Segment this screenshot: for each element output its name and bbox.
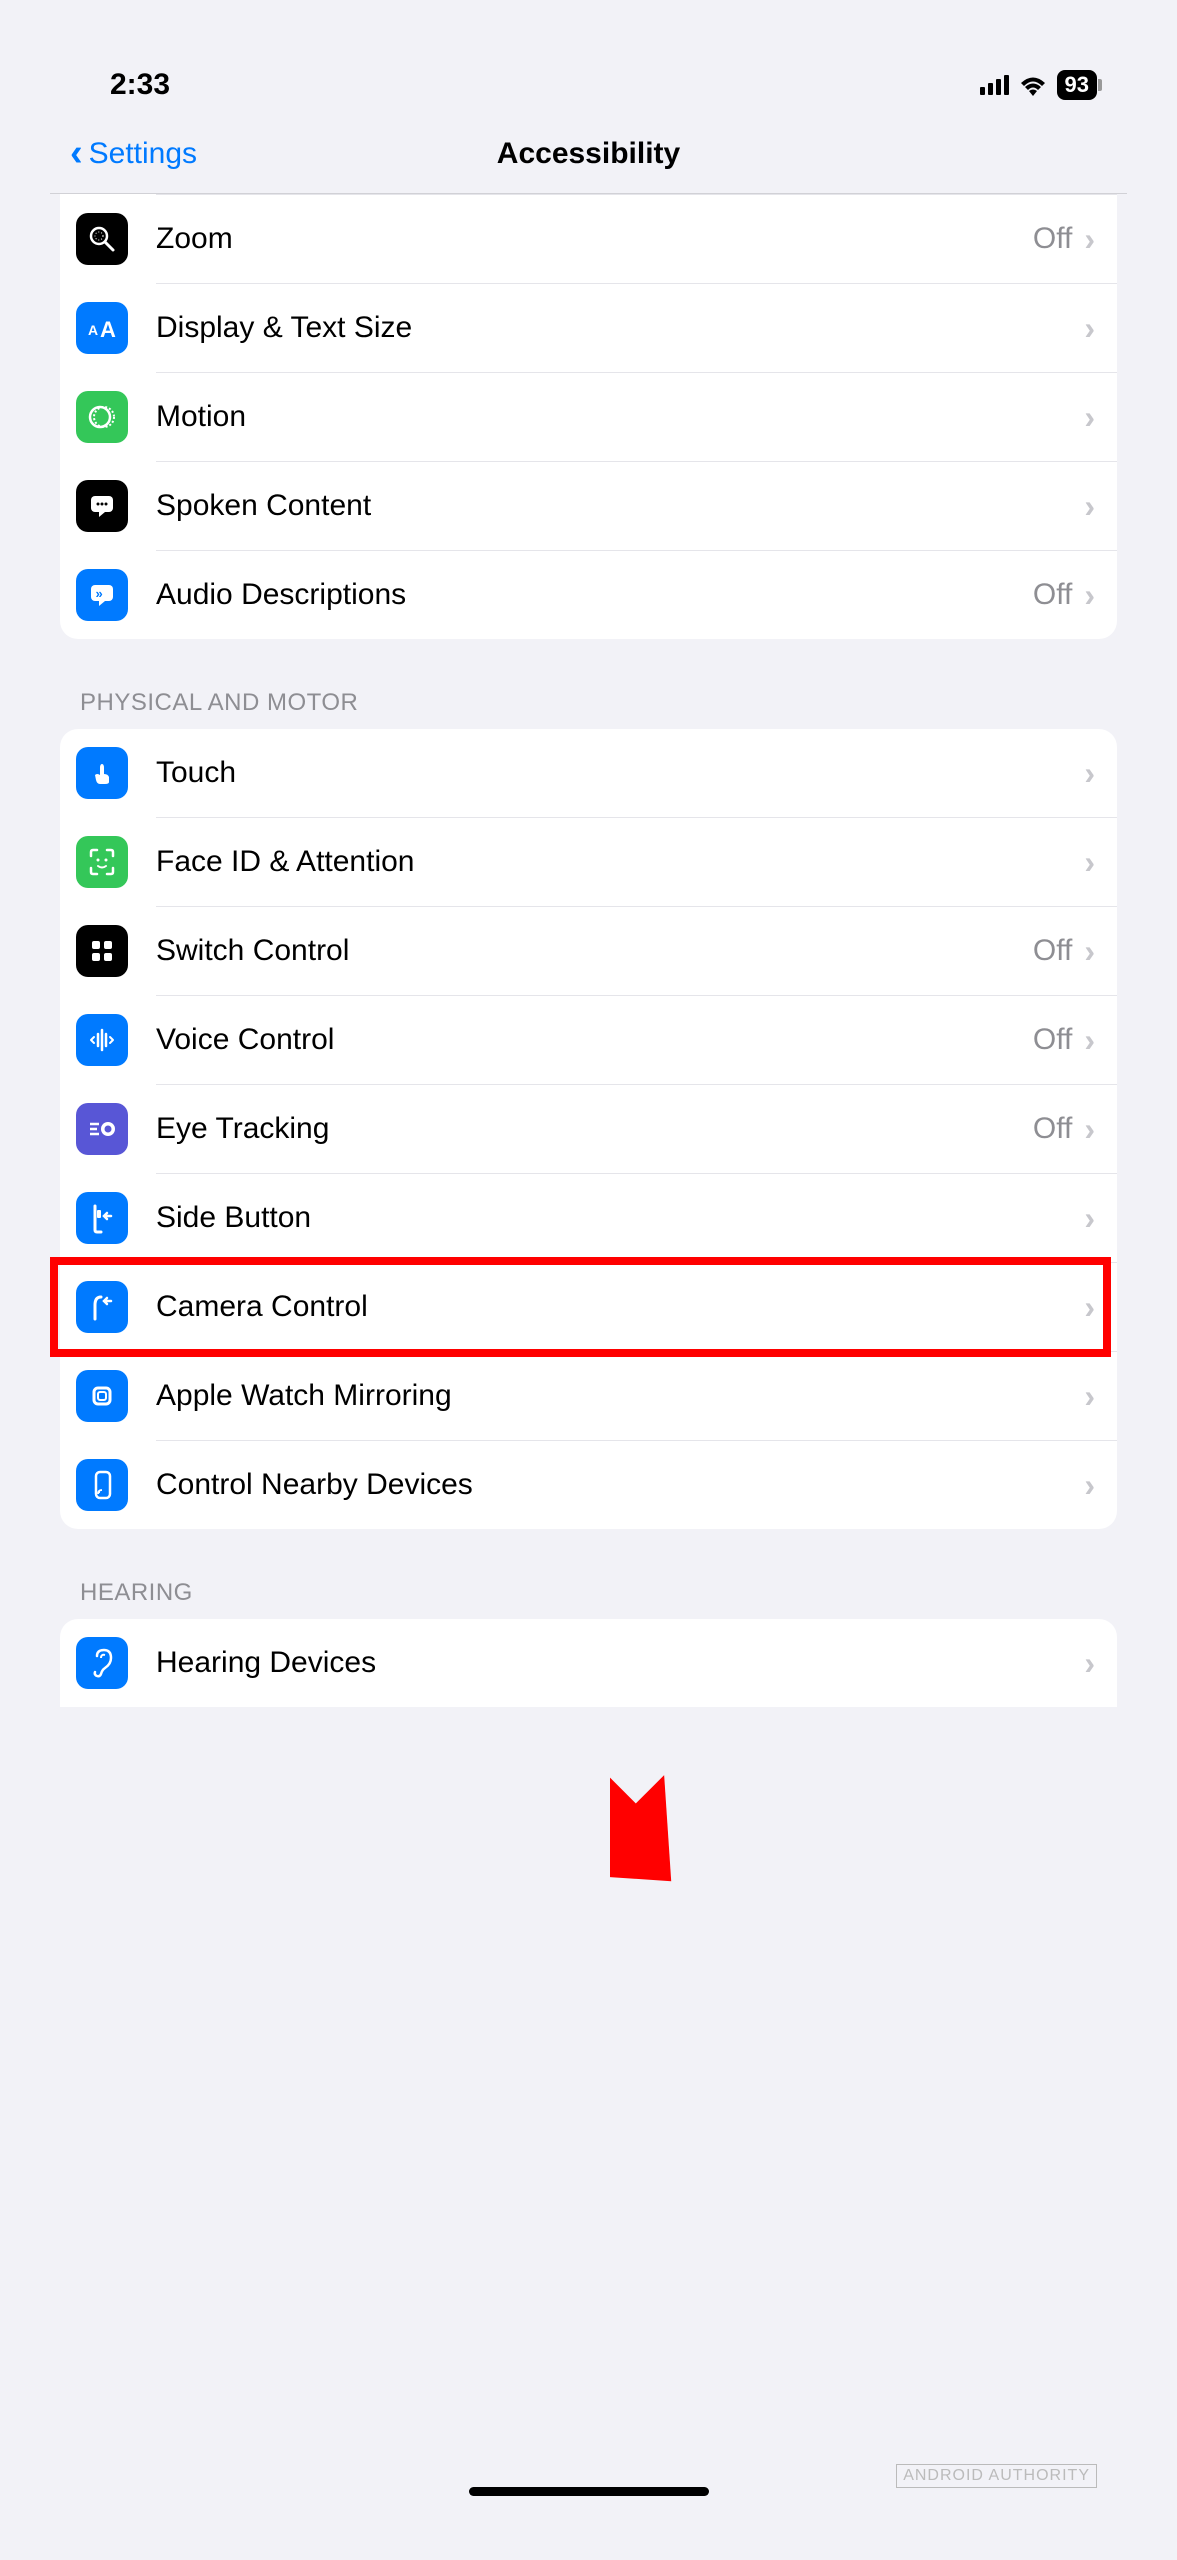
watermark: ANDROID AUTHORITY: [896, 2464, 1097, 2488]
settings-group-physical: Touch › Face ID & Attention › Switch Con…: [60, 729, 1117, 1529]
status-time: 2:33: [110, 68, 170, 102]
chevron-right-icon: ›: [1084, 399, 1095, 436]
setting-label: Apple Watch Mirroring: [156, 1379, 1084, 1413]
settings-row-zoom[interactable]: Zoom Off ›: [60, 195, 1117, 283]
settings-group-vision: Zoom Off › AA Display & Text Size › Moti…: [60, 194, 1117, 639]
settings-row-camera-control[interactable]: Camera Control ›: [60, 1263, 1117, 1351]
chevron-right-icon: ›: [1084, 1022, 1095, 1059]
svg-text:»: »: [96, 586, 103, 601]
svg-text:A: A: [88, 322, 98, 338]
setting-value: Off: [1033, 934, 1072, 968]
setting-label: Face ID & Attention: [156, 845, 1084, 879]
annotation-arrow: [610, 1700, 860, 1900]
settings-row-switch-control[interactable]: Switch Control Off ›: [60, 907, 1117, 995]
settings-row-voice-control[interactable]: Voice Control Off ›: [60, 996, 1117, 1084]
camera-control-icon: [76, 1281, 128, 1333]
svg-text:A: A: [100, 317, 116, 342]
setting-label: Spoken Content: [156, 489, 1084, 523]
watch-icon: [76, 1370, 128, 1422]
phone-screen: 2:33 93 ‹ Settings Accessibility Zoom Of…: [50, 50, 1127, 2510]
chevron-right-icon: ›: [1084, 1467, 1095, 1504]
faceid-icon: [76, 836, 128, 888]
status-bar: 2:33 93: [50, 50, 1127, 112]
home-indicator[interactable]: [469, 2487, 709, 2496]
eye-icon: [76, 1103, 128, 1155]
setting-label: Eye Tracking: [156, 1112, 1033, 1146]
battery-indicator: 93: [1057, 70, 1097, 100]
switch-icon: [76, 925, 128, 977]
settings-row-audio-descriptions[interactable]: » Audio Descriptions Off ›: [60, 551, 1117, 639]
chevron-right-icon: ›: [1084, 1645, 1095, 1682]
cellular-signal-icon: [980, 75, 1009, 95]
wifi-icon: [1019, 74, 1047, 96]
chevron-left-icon: ‹: [70, 132, 83, 175]
touch-icon: [76, 747, 128, 799]
settings-group-hearing: Hearing Devices ›: [60, 1619, 1117, 1707]
chevron-right-icon: ›: [1084, 755, 1095, 792]
chevron-right-icon: ›: [1084, 577, 1095, 614]
setting-value: Off: [1033, 222, 1072, 256]
chevron-right-icon: ›: [1084, 844, 1095, 881]
voice-icon: [76, 1014, 128, 1066]
page-title: Accessibility: [497, 137, 680, 171]
settings-row-nearby-devices[interactable]: Control Nearby Devices ›: [60, 1441, 1117, 1529]
chevron-right-icon: ›: [1084, 221, 1095, 258]
settings-row-motion[interactable]: Motion ›: [60, 373, 1117, 461]
navigation-bar: ‹ Settings Accessibility: [50, 112, 1127, 194]
settings-row-watch-mirroring[interactable]: Apple Watch Mirroring ›: [60, 1352, 1117, 1440]
audio-desc-icon: »: [76, 569, 128, 621]
setting-value: Off: [1033, 578, 1072, 612]
setting-label: Motion: [156, 400, 1084, 434]
setting-label: Zoom: [156, 222, 1033, 256]
settings-row-touch[interactable]: Touch ›: [60, 729, 1117, 817]
side-button-icon: [76, 1192, 128, 1244]
settings-row-hearing-devices[interactable]: Hearing Devices ›: [60, 1619, 1117, 1707]
chevron-right-icon: ›: [1084, 1111, 1095, 1148]
setting-value: Off: [1033, 1023, 1072, 1057]
spoken-icon: [76, 480, 128, 532]
text-size-icon: AA: [76, 302, 128, 354]
zoom-icon: [76, 213, 128, 265]
setting-label: Voice Control: [156, 1023, 1033, 1057]
status-right: 93: [980, 70, 1097, 100]
hearing-icon: [76, 1637, 128, 1689]
chevron-right-icon: ›: [1084, 1289, 1095, 1326]
setting-label: Hearing Devices: [156, 1646, 1084, 1680]
setting-value: Off: [1033, 1112, 1072, 1146]
setting-label: Side Button: [156, 1201, 1084, 1235]
nearby-icon: [76, 1459, 128, 1511]
setting-label: Display & Text Size: [156, 311, 1084, 345]
chevron-right-icon: ›: [1084, 310, 1095, 347]
chevron-right-icon: ›: [1084, 1378, 1095, 1415]
settings-row-spoken-content[interactable]: Spoken Content ›: [60, 462, 1117, 550]
chevron-right-icon: ›: [1084, 488, 1095, 525]
setting-label: Touch: [156, 756, 1084, 790]
setting-label: Switch Control: [156, 934, 1033, 968]
setting-label: Camera Control: [156, 1290, 1084, 1324]
settings-row-display-text[interactable]: AA Display & Text Size ›: [60, 284, 1117, 372]
setting-label: Control Nearby Devices: [156, 1468, 1084, 1502]
settings-row-faceid[interactable]: Face ID & Attention ›: [60, 818, 1117, 906]
back-button[interactable]: ‹ Settings: [70, 132, 197, 175]
settings-row-side-button[interactable]: Side Button ›: [60, 1174, 1117, 1262]
chevron-right-icon: ›: [1084, 933, 1095, 970]
back-label: Settings: [89, 137, 197, 171]
setting-label: Audio Descriptions: [156, 578, 1033, 612]
settings-row-eye-tracking[interactable]: Eye Tracking Off ›: [60, 1085, 1117, 1173]
section-header-hearing: HEARING: [50, 1529, 1127, 1619]
section-header-physical: PHYSICAL AND MOTOR: [50, 639, 1127, 729]
motion-icon: [76, 391, 128, 443]
chevron-right-icon: ›: [1084, 1200, 1095, 1237]
